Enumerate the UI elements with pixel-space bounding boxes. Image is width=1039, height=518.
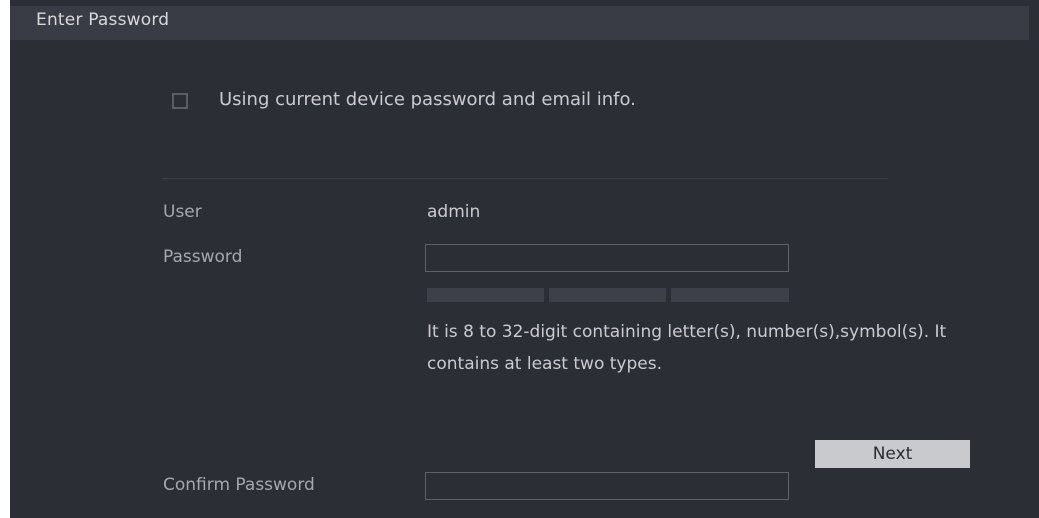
title-bar: Enter Password (10, 6, 1029, 40)
strength-segment-3 (671, 288, 789, 302)
strength-segment-2 (549, 288, 666, 302)
confirm-password-field[interactable] (425, 472, 789, 500)
section-divider (162, 178, 888, 179)
password-strength-bar (427, 288, 789, 302)
password-field[interactable] (425, 244, 789, 272)
use-current-checkbox[interactable] (172, 93, 188, 109)
password-label: Password (163, 247, 243, 267)
user-label: User (163, 202, 202, 222)
dialog-title: Enter Password (36, 10, 170, 30)
next-button[interactable]: Next (815, 440, 970, 468)
password-hint: It is 8 to 32-digit containing letter(s)… (427, 322, 947, 374)
strength-segment-1 (427, 288, 544, 302)
user-value: admin (427, 202, 481, 222)
confirm-password-label: Confirm Password (163, 475, 315, 495)
use-current-label: Using current device password and email … (219, 89, 636, 110)
